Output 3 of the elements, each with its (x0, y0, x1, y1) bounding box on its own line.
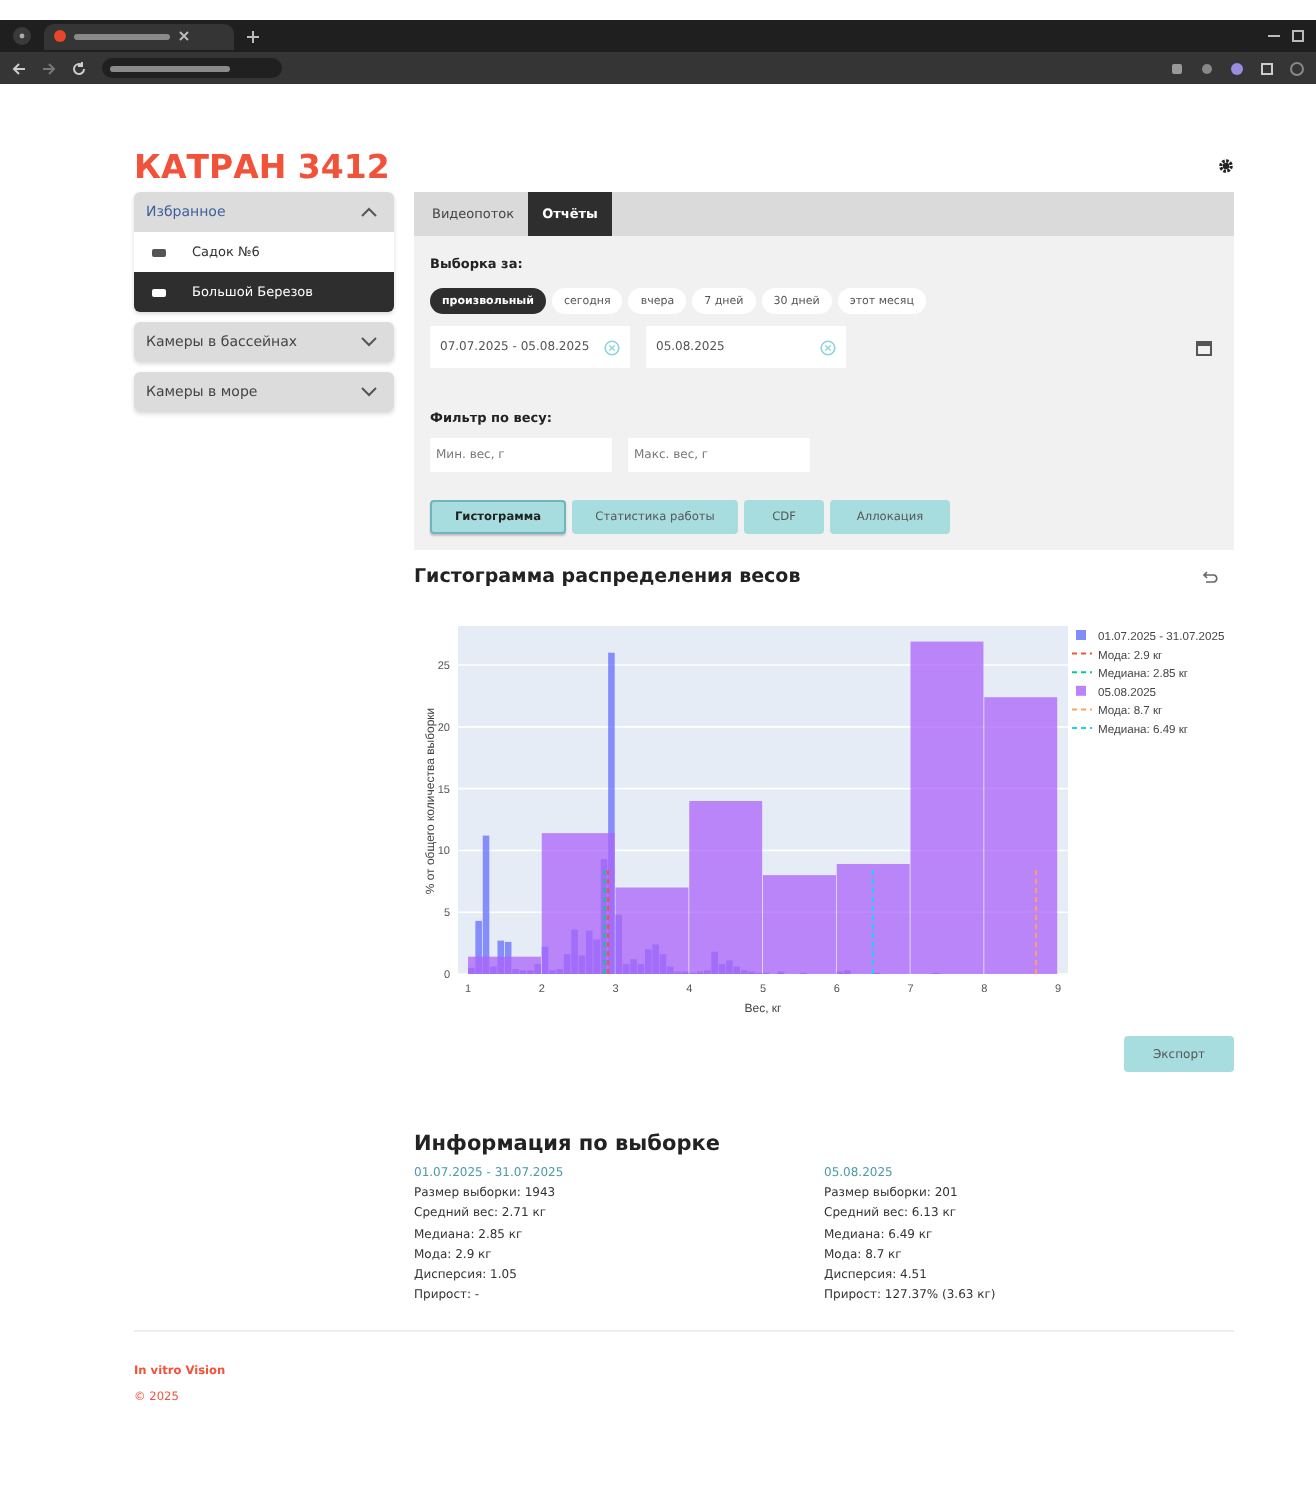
chart-title: Гистограмма распределения весов (414, 566, 801, 588)
logo: КАТРАН 3412 (134, 147, 390, 185)
section-title: Информация по выборке (414, 1132, 722, 1156)
